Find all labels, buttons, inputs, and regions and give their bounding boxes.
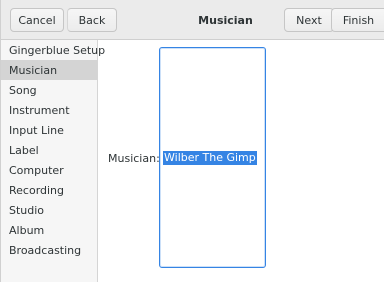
sidebar-item-studio[interactable]: Studio: [1, 200, 97, 220]
back-button[interactable]: Back: [67, 8, 117, 32]
sidebar-item-song[interactable]: Song: [1, 80, 97, 100]
sidebar-item-instrument[interactable]: Instrument: [1, 100, 97, 120]
sidebar-item-input-line[interactable]: Input Line: [1, 120, 97, 140]
next-button[interactable]: Next: [284, 8, 334, 32]
sidebar-item-musician[interactable]: Musician: [1, 60, 97, 80]
sidebar: Gingerblue Setup Musician Song Instrumen…: [1, 40, 105, 282]
sidebar-item-recording[interactable]: Recording: [1, 180, 97, 200]
musician-label: Musician:: [108, 151, 160, 165]
sidebar-item-album[interactable]: Album: [1, 220, 97, 240]
cancel-button[interactable]: Cancel: [10, 8, 64, 32]
musician-text-field[interactable]: Wilber The Gimp: [159, 47, 266, 268]
sidebar-item-gingerblue-setup[interactable]: Gingerblue Setup: [1, 40, 105, 60]
finish-button[interactable]: Finish: [331, 8, 384, 32]
sidebar-item-computer[interactable]: Computer: [1, 160, 97, 180]
assistant-window: Cancel Back Musician Next Finish Gingerb…: [0, 0, 384, 282]
sidebar-item-label[interactable]: Label: [1, 140, 97, 160]
sidebar-item-broadcasting[interactable]: Broadcasting: [1, 240, 97, 260]
header-bar: Cancel Back Musician Next Finish: [1, 0, 384, 40]
musician-page: Musician: Wilber The Gimp: [99, 41, 384, 282]
selected-text[interactable]: Wilber The Gimp: [163, 151, 257, 165]
